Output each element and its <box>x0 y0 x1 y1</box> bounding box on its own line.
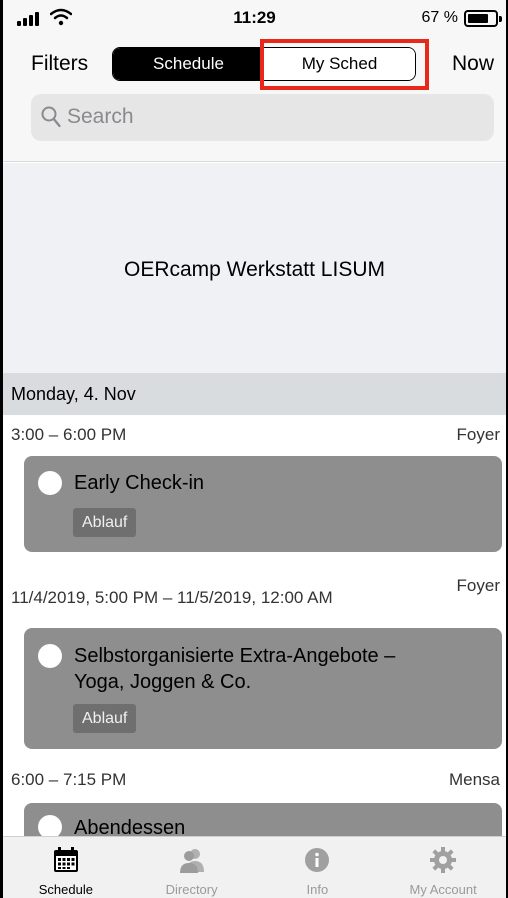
tab-schedule[interactable]: Schedule <box>3 837 129 898</box>
day-header: Monday, 4. Nov <box>3 373 506 415</box>
tab-label: My Account <box>409 882 477 897</box>
info-icon <box>305 848 330 872</box>
app-screen: 11:29 67 % Filters Schedule My Sched Now… <box>3 0 506 898</box>
status-bar: 11:29 67 % <box>3 0 506 38</box>
highlight-box <box>260 39 429 90</box>
filters-button[interactable]: Filters <box>31 52 88 76</box>
event-banner: OERcamp Werkstatt LISUM <box>3 163 506 373</box>
session-card[interactable]: Early Check-in Ablauf <box>24 456 502 552</box>
search-input[interactable]: Search <box>31 94 494 141</box>
session-title-line-2: Yoga, Joggen & Co. <box>74 671 252 693</box>
segment-schedule[interactable]: Schedule <box>113 48 264 80</box>
session-location: Foyer <box>456 576 500 595</box>
tab-label: Schedule <box>38 882 93 897</box>
tab-info[interactable]: Info <box>255 837 381 898</box>
now-button[interactable]: Now <box>452 52 494 76</box>
session-tag: Ablauf <box>73 508 137 537</box>
people-icon <box>179 849 204 873</box>
search-placeholder: Search <box>67 105 134 128</box>
battery-icon <box>464 10 502 27</box>
session-time: 6:00 – 7:15 PM <box>11 770 127 789</box>
gear-icon <box>430 847 457 873</box>
tab-directory[interactable]: Directory <box>129 837 255 898</box>
tab-bar: Schedule Directory Info My Account <box>3 836 506 898</box>
tab-label: Info <box>306 882 329 897</box>
session-title-line-1: Selbstorganisierte Extra-Angebote – <box>74 645 396 667</box>
session-location: Mensa <box>448 770 500 789</box>
nav-header: Filters Schedule My Sched Now Search <box>3 38 506 162</box>
session-time: 3:00 – 6:00 PM <box>11 425 127 444</box>
favorite-toggle[interactable] <box>38 644 62 668</box>
tab-my-account[interactable]: My Account <box>380 837 506 898</box>
session-card[interactable]: Selbstorganisierte Extra-Angebote – Yoga… <box>24 628 502 749</box>
event-title: OERcamp Werkstatt LISUM <box>123 258 385 281</box>
session-time: 11/4/2019, 5:00 PM – 11/5/2019, 12:00 AM <box>11 588 333 607</box>
session-location: Foyer <box>456 425 500 444</box>
search-icon <box>41 106 61 128</box>
day-header-label: Monday, 4. Nov <box>11 384 136 404</box>
session-tag: Ablauf <box>73 704 137 733</box>
tab-label: Directory <box>165 882 218 897</box>
calendar-icon <box>53 847 78 872</box>
session-title: Early Check-in <box>74 472 205 494</box>
battery-percent: 67 % <box>421 9 458 26</box>
favorite-toggle[interactable] <box>38 471 62 495</box>
